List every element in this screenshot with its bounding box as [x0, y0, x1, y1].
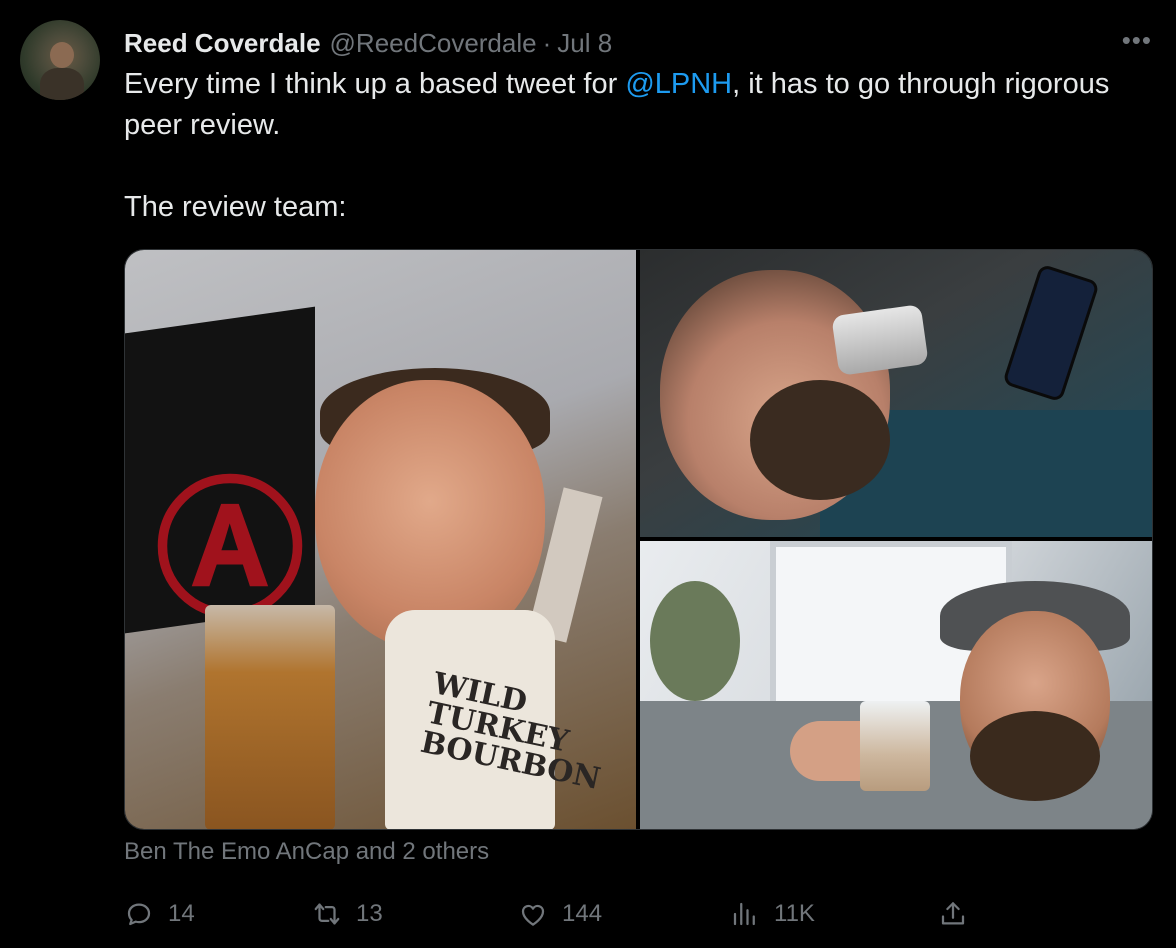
mention-link[interactable]: @LPNH — [625, 68, 732, 100]
tweet-text-line2: The review team: — [124, 191, 347, 223]
views-button[interactable]: 11K — [730, 896, 815, 932]
user-handle[interactable]: @ReedCoverdale — [330, 28, 537, 59]
tagged-users[interactable]: Ben The Emo AnCap and 2 others — [124, 838, 489, 866]
avatar-figure-body — [40, 68, 84, 100]
views-count: 11K — [774, 900, 815, 927]
tweet-header: Reed Coverdale @ReedCoverdale · Jul 8 — [124, 26, 612, 60]
reply-icon — [124, 899, 154, 929]
views-icon — [730, 899, 760, 929]
reply-count: 14 — [168, 900, 195, 927]
share-button[interactable] — [938, 896, 968, 932]
avatar[interactable] — [20, 20, 100, 100]
retweet-count: 13 — [356, 900, 383, 927]
display-name[interactable]: Reed Coverdale — [124, 28, 321, 59]
reply-button[interactable]: 14 — [124, 896, 195, 932]
photo-beard — [750, 380, 890, 500]
photo-beard — [970, 711, 1100, 801]
photo-1-whiskey-selfie[interactable]: Ⓐ WILD TURKEY BOURBON — [125, 250, 636, 829]
separator-dot: · — [542, 27, 552, 58]
photo-phone — [1002, 263, 1100, 403]
photo-2-drinking-can[interactable] — [640, 250, 1152, 537]
heart-icon — [518, 899, 548, 929]
action-bar: 14 13 144 11K — [124, 896, 984, 932]
like-button[interactable]: 144 — [518, 896, 602, 932]
photo-3-cap-glass[interactable] — [640, 541, 1152, 829]
retweet-icon — [312, 899, 342, 929]
photo-plant — [650, 581, 740, 701]
retweet-button[interactable]: 13 — [312, 896, 383, 932]
tweet-text-line1: Every time I think up a based tweet for … — [124, 64, 1124, 146]
tweet-text: Every time I think up a based tweet for … — [124, 64, 1124, 228]
like-count: 144 — [562, 900, 603, 927]
more-icon[interactable]: ••• — [1122, 26, 1152, 54]
avatar-figure-head — [50, 42, 74, 68]
photo-glass — [205, 605, 335, 829]
photo-glass — [860, 701, 930, 791]
tweet-date[interactable]: Jul 8 — [557, 28, 612, 59]
tweet-text-before-mention: Every time I think up a based tweet for — [124, 68, 626, 100]
share-icon — [938, 899, 968, 929]
photo-can — [831, 304, 929, 376]
media-grid: Ⓐ WILD TURKEY BOURBON — [124, 249, 1153, 830]
